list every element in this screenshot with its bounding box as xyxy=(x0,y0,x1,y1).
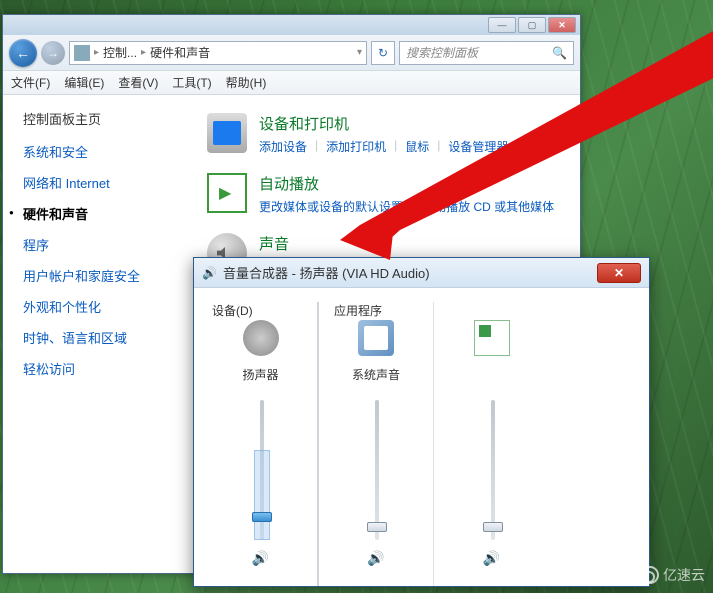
breadcrumb[interactable]: ▸ 控制... ▸ 硬件和声音 ▾ xyxy=(69,41,367,65)
speaker-device-icon[interactable] xyxy=(243,320,279,356)
sidebar-item-clock[interactable]: 时钟、语言和区域 xyxy=(23,328,195,347)
mixer-col-app: 🔊 xyxy=(434,302,549,586)
printer-icon xyxy=(207,113,247,153)
breadcrumb-part2[interactable]: 硬件和声音 xyxy=(150,44,210,61)
navbar: ← → ▸ 控制... ▸ 硬件和声音 ▾ ↻ 搜索控制面板 🔍 xyxy=(3,35,580,71)
category-devices: 设备和打印机 添加设备| 添加打印机| 鼠标| 设备管理器 xyxy=(207,113,570,155)
link-mouse[interactable]: 鼠标 xyxy=(405,138,429,155)
volume-slider-speaker[interactable] xyxy=(251,400,271,540)
mixer-label-system: 系统声音 xyxy=(352,366,400,382)
search-placeholder: 搜索控制面板 xyxy=(406,44,478,61)
sidebar: 控制面板主页 系统和安全 网络和 Internet 硬件和声音 程序 用户帐户和… xyxy=(3,95,203,573)
category-title-devices[interactable]: 设备和打印机 xyxy=(259,113,570,134)
mixer-label-speaker: 扬声器 xyxy=(242,366,278,382)
maximize-button[interactable]: ▢ xyxy=(518,17,546,33)
mixer-close-button[interactable]: ✕ xyxy=(597,263,641,283)
refresh-button[interactable]: ↻ xyxy=(371,41,395,65)
volume-slider-app[interactable] xyxy=(482,400,502,540)
mute-button-system[interactable]: 🔊 xyxy=(367,550,384,567)
category-title-sound[interactable]: 声音 xyxy=(259,233,570,254)
apps-section-label: 应用程序 xyxy=(334,302,382,319)
link-add-device[interactable]: 添加设备 xyxy=(259,138,307,155)
watermark: 亿速云 xyxy=(631,565,705,585)
menu-edit[interactable]: 编辑(E) xyxy=(64,74,104,91)
mixer-title-text: 音量合成器 - 扬声器 (VIA HD Audio) xyxy=(223,263,430,282)
nav-back-button[interactable]: ← xyxy=(9,39,37,67)
search-icon[interactable]: 🔍 xyxy=(552,46,567,60)
mixer-titlebar: 🔊 音量合成器 - 扬声器 (VIA HD Audio) ✕ xyxy=(194,258,649,288)
chevron-right-icon: ▸ xyxy=(141,47,146,58)
link-autoplay-cd[interactable]: 自动播放 CD 或其他媒体 xyxy=(422,198,554,215)
sidebar-item-ease[interactable]: 轻松访问 xyxy=(23,359,195,378)
titlebar: — ▢ ✕ xyxy=(3,15,580,35)
menu-view[interactable]: 查看(V) xyxy=(118,74,158,91)
sidebar-item-programs[interactable]: 程序 xyxy=(23,235,195,254)
sidebar-item-hardware[interactable]: 硬件和声音 xyxy=(23,204,195,223)
sidebar-title[interactable]: 控制面板主页 xyxy=(23,109,195,128)
menubar: 文件(F) 编辑(E) 查看(V) 工具(T) 帮助(H) xyxy=(3,71,580,95)
category-autoplay: 自动播放 更改媒体或设备的默认设置| 自动播放 CD 或其他媒体 xyxy=(207,173,570,215)
app-icon[interactable] xyxy=(474,320,510,356)
nav-forward-button: → xyxy=(41,41,65,65)
menu-file[interactable]: 文件(F) xyxy=(11,74,50,91)
link-change-media[interactable]: 更改媒体或设备的默认设置 xyxy=(259,198,403,215)
sidebar-item-appearance[interactable]: 外观和个性化 xyxy=(23,297,195,316)
mute-button-app[interactable]: 🔊 xyxy=(483,550,500,567)
link-add-printer[interactable]: 添加打印机 xyxy=(326,138,386,155)
volume-slider-system[interactable] xyxy=(366,400,386,540)
device-section-label: 设备(D) xyxy=(212,302,253,319)
sidebar-item-network[interactable]: 网络和 Internet xyxy=(23,173,195,192)
mixer-col-speaker: 扬声器 🔊 xyxy=(204,302,319,586)
menu-tools[interactable]: 工具(T) xyxy=(172,74,211,91)
system-sounds-icon[interactable] xyxy=(358,320,394,356)
close-button[interactable]: ✕ xyxy=(548,17,576,33)
mixer-body: 设备(D) 应用程序 扬声器 🔊 系统声音 🔊 xyxy=(194,288,649,586)
breadcrumb-part1[interactable]: 控制... xyxy=(103,44,137,61)
menu-help[interactable]: 帮助(H) xyxy=(226,74,267,91)
mixer-col-system: 系统声音 🔊 xyxy=(319,302,434,586)
minimize-button[interactable]: — xyxy=(488,17,516,33)
autoplay-icon xyxy=(207,173,247,213)
watermark-text: 亿速云 xyxy=(663,565,705,585)
volume-mixer-window: 🔊 音量合成器 - 扬声器 (VIA HD Audio) ✕ 设备(D) 应用程… xyxy=(193,257,650,587)
category-title-autoplay[interactable]: 自动播放 xyxy=(259,173,570,194)
watermark-logo-icon xyxy=(631,566,659,584)
sidebar-item-system[interactable]: 系统和安全 xyxy=(23,142,195,161)
mute-button-speaker[interactable]: 🔊 xyxy=(252,550,269,567)
link-device-manager[interactable]: 设备管理器 xyxy=(448,138,508,155)
sidebar-item-accounts[interactable]: 用户帐户和家庭安全 xyxy=(23,266,195,285)
chevron-down-icon[interactable]: ▾ xyxy=(357,47,362,58)
control-panel-icon xyxy=(74,45,90,61)
speaker-icon: 🔊 xyxy=(202,266,217,280)
search-input[interactable]: 搜索控制面板 🔍 xyxy=(399,41,574,65)
chevron-right-icon: ▸ xyxy=(94,47,99,58)
